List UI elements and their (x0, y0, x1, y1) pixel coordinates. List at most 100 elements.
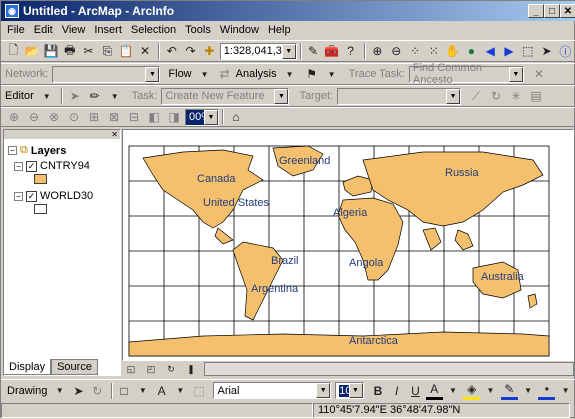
chevron-down-icon[interactable]: ▼ (204, 109, 218, 125)
solve-icon[interactable]: ✕ (530, 65, 548, 83)
layout-view-icon[interactable]: ◰ (142, 360, 160, 378)
pan-page-icon[interactable]: ⊗ (45, 108, 63, 126)
menu-tools[interactable]: Tools (185, 24, 211, 36)
chevron-down-icon[interactable]: ▼ (274, 88, 289, 104)
chevron-down-icon[interactable]: ▼ (51, 382, 68, 400)
collapse-icon[interactable]: − (8, 146, 17, 155)
chevron-down-icon[interactable]: ▼ (446, 88, 461, 104)
editor-toolbar-icon[interactable]: ✎ (305, 42, 322, 60)
full-extent-icon[interactable]: ● (463, 42, 480, 60)
maximize-button[interactable]: □ (544, 4, 560, 18)
close-button[interactable]: ✕ (560, 4, 575, 18)
layer-cntry94-symbol[interactable] (34, 174, 47, 184)
scale-combo[interactable]: 1:328,041,399 ▼ (219, 42, 297, 60)
chevron-down-icon[interactable]: ▼ (134, 382, 151, 400)
line-color-icon[interactable]: ✎ (500, 382, 518, 400)
rotate-icon[interactable]: ↻ (89, 382, 106, 400)
chevron-down-icon[interactable]: ▼ (172, 382, 189, 400)
network-combo[interactable]: ▼ (52, 65, 161, 83)
font-size-combo[interactable]: 10 ▼ (335, 382, 364, 399)
rotate-tool-icon[interactable]: ↻ (487, 87, 505, 105)
back-extent-icon[interactable]: ◧ (145, 108, 163, 126)
chevron-down-icon[interactable]: ▼ (323, 65, 341, 83)
fill-color-icon[interactable]: ◈ (463, 382, 481, 400)
fixed-zoom-in-icon[interactable]: ⁘ (407, 42, 424, 60)
edit-vertices-icon[interactable]: ⬚ (191, 382, 208, 400)
paste-icon[interactable]: 📋 (118, 42, 135, 60)
tab-source[interactable]: Source (51, 359, 98, 375)
zoom-out-page-icon[interactable]: ⊖ (25, 108, 43, 126)
data-view-icon[interactable]: ◱ (122, 360, 140, 378)
undo-icon[interactable]: ↶ (163, 42, 180, 60)
layer-world30[interactable]: − ✓ WORLD30 (14, 190, 93, 202)
chevron-down-icon[interactable]: ▼ (508, 66, 523, 82)
editor-menu[interactable]: Editor (5, 90, 34, 102)
task-combo[interactable]: Create New Feature ▼ (161, 87, 290, 105)
horizontal-scrollbar[interactable] (204, 362, 574, 376)
zoom-100-icon[interactable]: ⊞ (85, 108, 103, 126)
layer-visibility-checkbox[interactable]: ✓ (26, 160, 37, 172)
drawing-menu[interactable]: Drawing (7, 385, 47, 397)
zoom-out-icon[interactable]: ⊖ (388, 42, 405, 60)
map-view[interactable]: Greenland Canada Russia United States Al… (122, 129, 574, 361)
layer-world30-symbol[interactable] (34, 204, 47, 214)
layer-cntry94[interactable]: − ✓ CNTRY94 (14, 160, 90, 172)
collapse-icon[interactable]: − (14, 161, 23, 171)
open-icon[interactable]: 📂 (24, 42, 41, 60)
sketch-properties-icon[interactable]: ▤ (527, 87, 545, 105)
chevron-down-icon[interactable]: ▼ (520, 382, 537, 400)
select-features-icon[interactable]: ⬚ (519, 42, 536, 60)
zoom-percent-combo[interactable]: 00% ▼ (185, 108, 219, 126)
font-color-icon[interactable]: A (425, 382, 443, 400)
delete-icon[interactable]: ✕ (137, 42, 154, 60)
toggle-draft-mode-icon[interactable]: ⌂ (227, 108, 245, 126)
pan-icon[interactable]: ✋ (444, 42, 461, 60)
app-icon[interactable]: ◉ (5, 4, 19, 18)
select-elements-icon[interactable]: ➤ (538, 42, 555, 60)
symbol-swatch[interactable] (34, 204, 47, 214)
split-tool-icon[interactable]: ⟋ (467, 87, 485, 105)
menu-view[interactable]: View (62, 24, 86, 36)
zoom-in-icon[interactable]: ⊕ (369, 42, 386, 60)
analysis-menu[interactable]: Analysis (236, 68, 277, 80)
chevron-down-icon[interactable]: ▼ (196, 65, 214, 83)
menu-help[interactable]: Help (268, 24, 291, 36)
close-icon[interactable]: ✕ (111, 130, 118, 139)
bold-icon[interactable]: B (370, 382, 387, 400)
chevron-down-icon[interactable]: ▼ (281, 65, 299, 83)
target-combo[interactable]: ▼ (337, 87, 462, 105)
menu-insert[interactable]: Insert (94, 24, 122, 36)
menu-edit[interactable]: Edit (34, 24, 53, 36)
chevron-down-icon[interactable]: ▼ (348, 383, 363, 398)
chevron-down-icon[interactable]: ▼ (145, 66, 160, 82)
chevron-down-icon[interactable]: ▼ (482, 382, 499, 400)
chevron-down-icon[interactable]: ▼ (557, 382, 574, 400)
zoom-in-page-icon[interactable]: ⊕ (5, 108, 23, 126)
collapse-icon[interactable]: − (14, 191, 23, 201)
pause-drawing-icon[interactable]: ❚ (182, 360, 200, 378)
back-icon[interactable]: ◀ (482, 42, 499, 60)
identify-icon[interactable]: ⓘ (557, 42, 574, 60)
symbol-swatch[interactable] (34, 174, 47, 184)
whats-this-icon[interactable]: ? (342, 42, 359, 60)
chevron-down-icon[interactable]: ▼ (106, 87, 124, 105)
trace-task-combo[interactable]: Find Common Ancesto ▼ (408, 62, 524, 86)
forward-icon[interactable]: ▶ (501, 42, 518, 60)
refresh-icon[interactable]: ↻ (162, 360, 180, 378)
flow-arrows-icon[interactable]: ⇄ (216, 65, 234, 83)
underline-icon[interactable]: U (407, 382, 424, 400)
chevron-down-icon[interactable]: ▼ (38, 87, 56, 105)
print-icon[interactable]: 🖶 (61, 42, 78, 60)
flow-menu[interactable]: Flow (168, 68, 191, 80)
copy-icon[interactable]: ⎘ (99, 42, 116, 60)
arctoolbox-icon[interactable]: 🧰 (323, 42, 340, 60)
menu-file[interactable]: File (7, 24, 25, 36)
rectangle-icon[interactable]: □ (116, 382, 133, 400)
save-icon[interactable]: 💾 (43, 42, 60, 60)
fixed-zoom-in-page-icon[interactable]: ⊠ (105, 108, 123, 126)
font-combo[interactable]: Arial ▼ (213, 382, 332, 399)
minimize-button[interactable]: _ (528, 4, 544, 18)
new-text-icon[interactable]: A (153, 382, 170, 400)
forward-extent-icon[interactable]: ◨ (165, 108, 183, 126)
chevron-down-icon[interactable]: ▼ (445, 382, 462, 400)
